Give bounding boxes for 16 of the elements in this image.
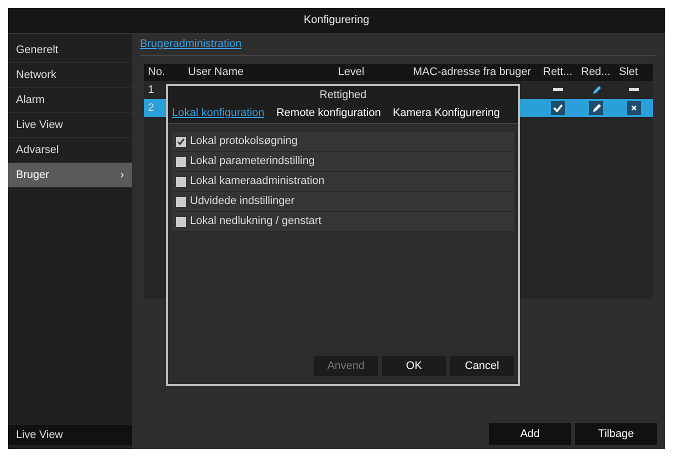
table-cell-text: 1 [147, 82, 156, 98]
column-header: Slet [618, 65, 639, 80]
column-header: Rett... [542, 65, 574, 80]
column-header: User Name [187, 65, 245, 80]
column-header: No. [147, 65, 166, 80]
window-title: Konfigurering [8, 8, 665, 34]
option-label: Lokal nedlukning / genstart [190, 214, 322, 230]
column-header: Red... [580, 65, 612, 80]
option-label: Lokal protokolsøgning [190, 134, 298, 150]
column-header: MAC-adresse fra bruger [412, 65, 532, 80]
option-label: Udvidede indstillinger [190, 194, 295, 210]
dialog-title: Rettighed [168, 86, 518, 104]
arrow-icon: › [120, 166, 124, 184]
option-label: Lokal kameraadministration [190, 174, 325, 190]
column-header: Level [337, 65, 366, 80]
option-label: Lokal parameterindstilling [190, 154, 315, 170]
